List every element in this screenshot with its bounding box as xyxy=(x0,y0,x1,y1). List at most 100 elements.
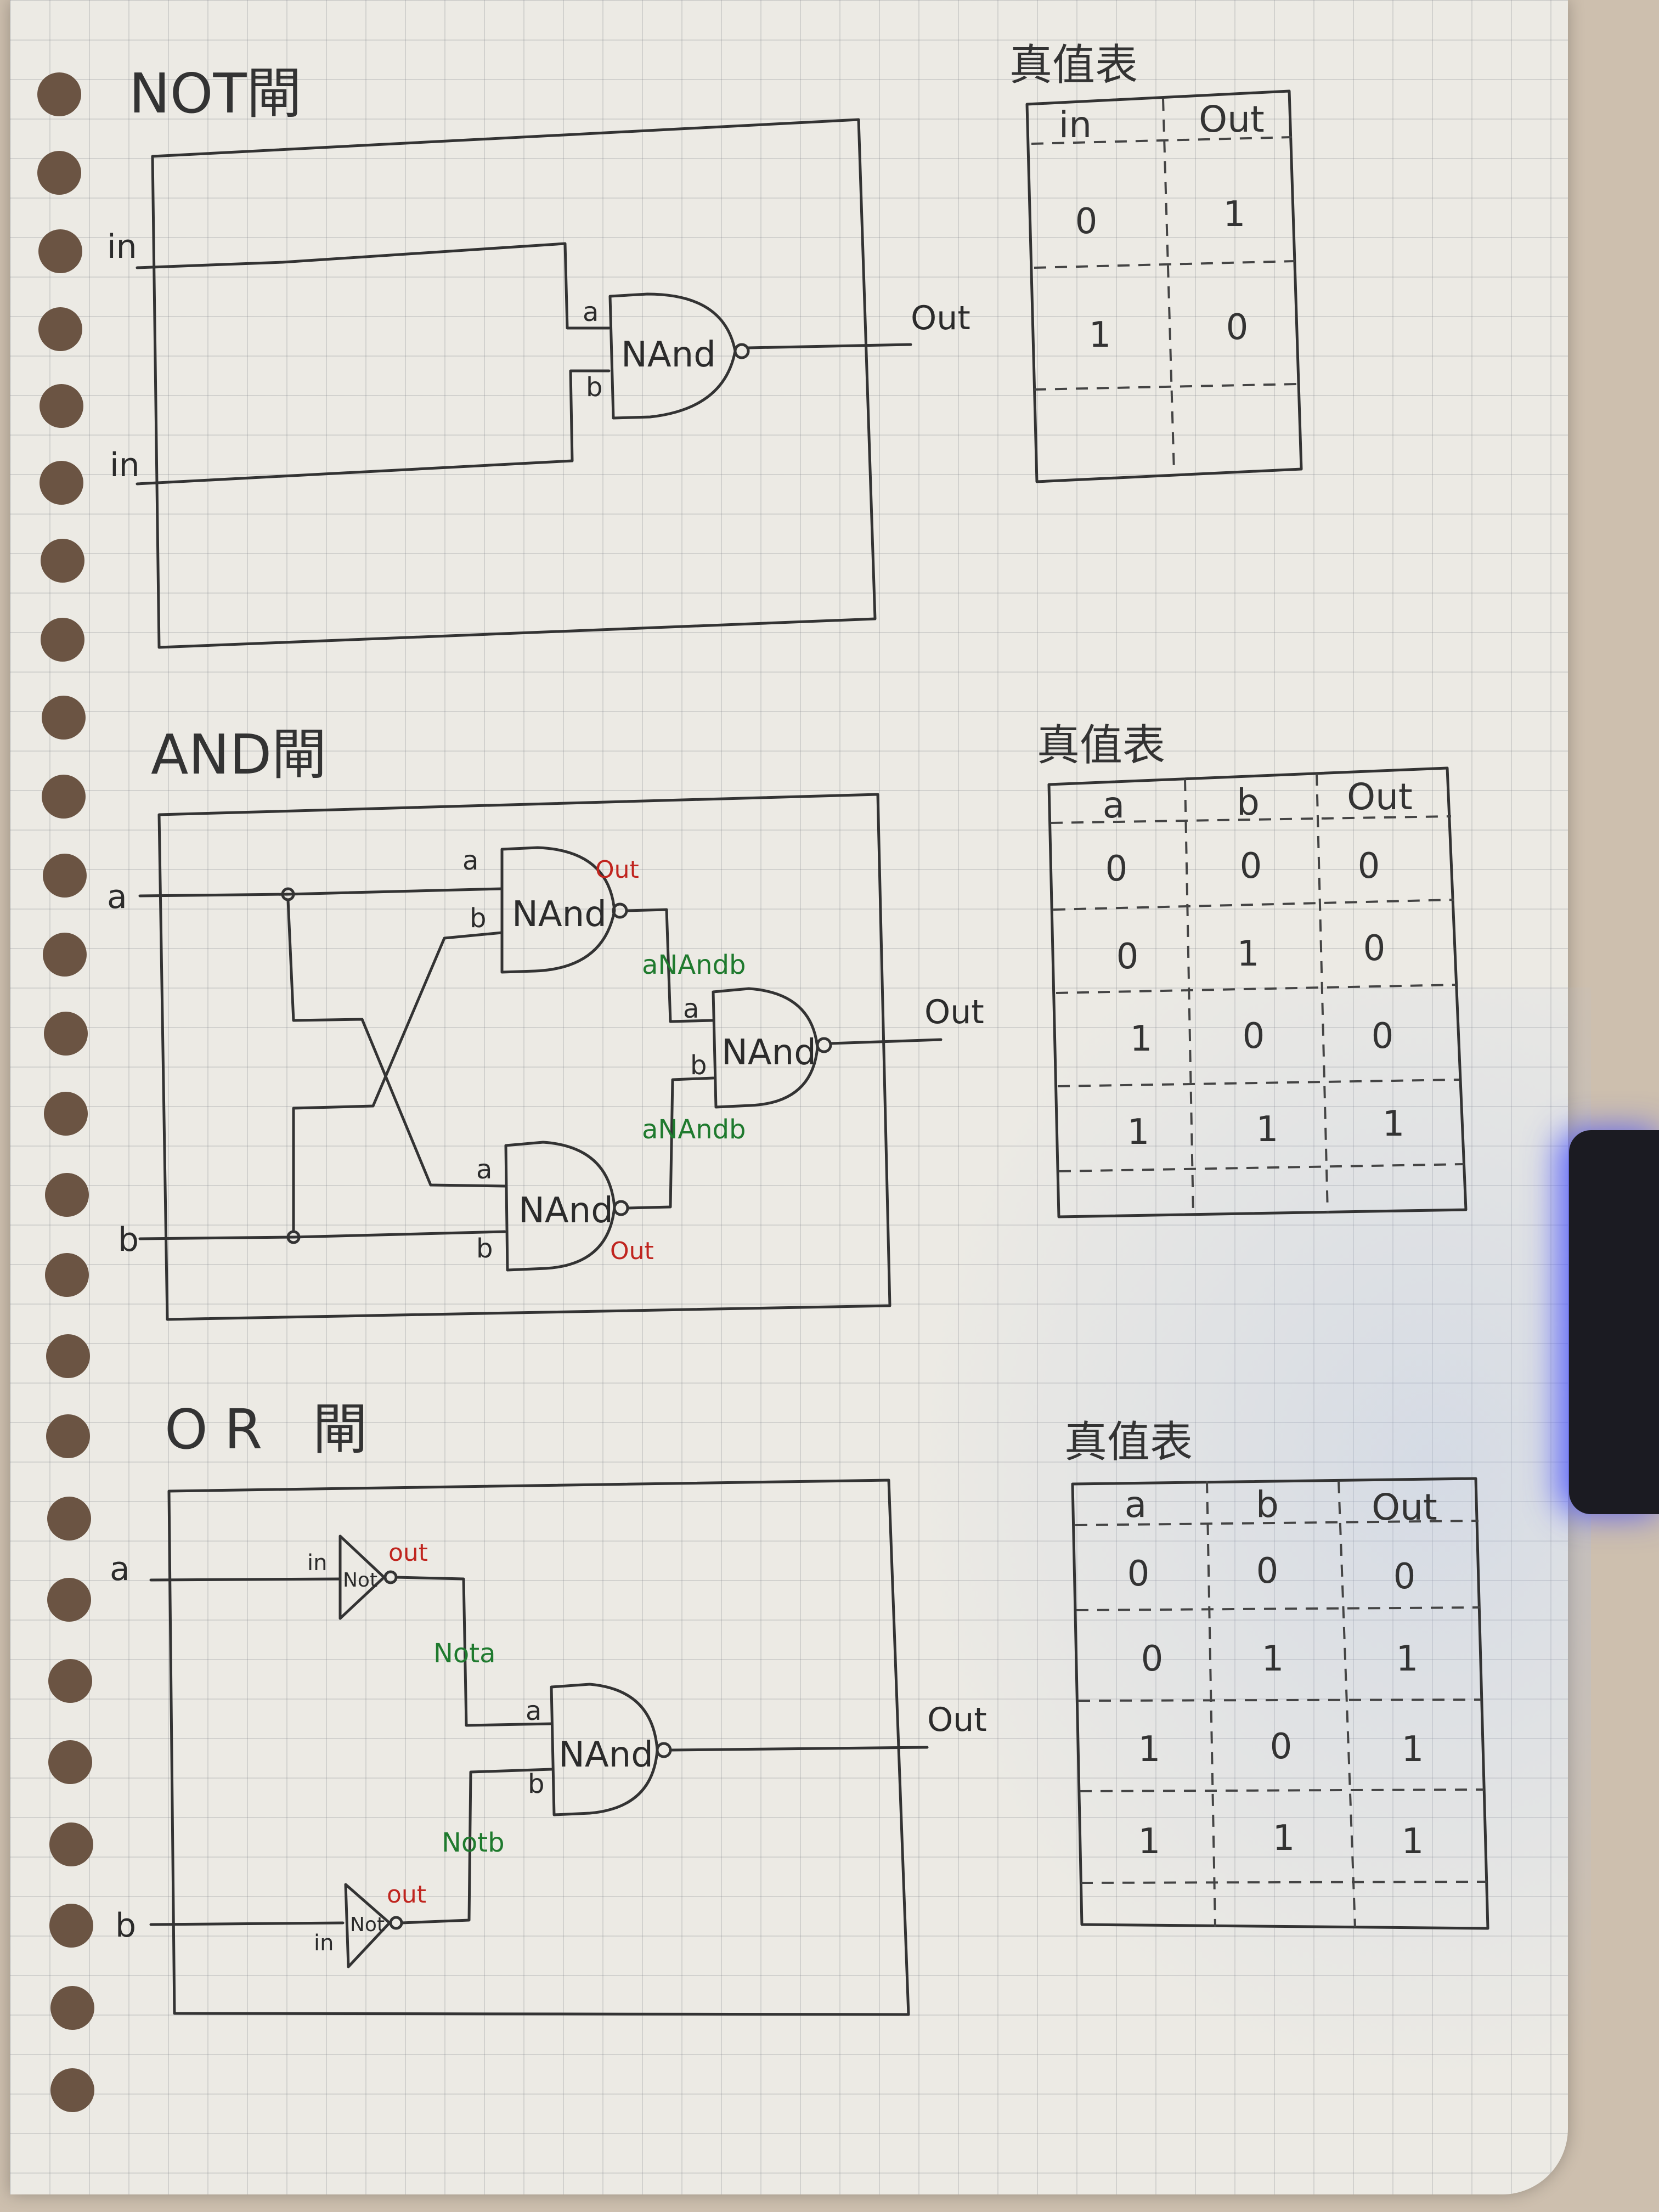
and-output-label: Out xyxy=(924,993,984,1031)
and-table-cell: 1 xyxy=(1383,1104,1405,1144)
binder-hole-icon xyxy=(43,854,87,898)
or-table-cell: 1 xyxy=(1396,1639,1419,1679)
not-table-header: in xyxy=(1059,104,1092,146)
not-circuit-frame xyxy=(151,118,877,649)
not-table-divider xyxy=(1162,98,1175,472)
or-table-cell: 1 xyxy=(1402,1729,1424,1770)
not-gate-label: NAnd xyxy=(621,335,716,375)
or-table-divider xyxy=(1206,1481,1216,1927)
binder-hole-icon xyxy=(41,618,84,662)
binder-hole-icon xyxy=(38,229,82,273)
or-not-1-label: Not xyxy=(343,1569,377,1592)
and-nand-2-out: Out xyxy=(610,1237,654,1265)
not-gate-section: NOT閘 in in a b NAnd Out 真值表 in Out 0 1 1… xyxy=(107,41,1303,649)
and-wire-a xyxy=(138,887,504,898)
and-input-a: a xyxy=(107,878,127,916)
or-table-divider xyxy=(1338,1481,1356,1927)
and-input-b: b xyxy=(118,1221,139,1259)
binder-hole-icon xyxy=(37,72,81,116)
binder-hole-icon xyxy=(41,539,84,583)
or-truth-table-frame xyxy=(1071,1477,1489,1930)
or-table-header: a xyxy=(1125,1483,1147,1526)
or-gate-section: OR 閘 a b Not in out Nota Not in out Notb… xyxy=(110,1397,1489,2016)
not-table-rule xyxy=(1034,260,1295,269)
or-table-cell: 1 xyxy=(1402,1821,1424,1862)
or-not-1-bubble xyxy=(383,1570,398,1584)
binder-hole-icon xyxy=(43,933,87,977)
binder-hole-icon xyxy=(49,1904,93,1948)
binder-hole-icon xyxy=(46,1414,90,1458)
binder-hole-icon xyxy=(50,2068,94,2112)
or-output-label: Out xyxy=(927,1701,987,1739)
and-truth-table-title: 真值表 xyxy=(1037,721,1165,770)
binder-hole-icon xyxy=(40,461,83,505)
and-wire-b xyxy=(138,1230,506,1240)
and-table-header: b xyxy=(1237,781,1260,823)
and-table-rule xyxy=(1057,1079,1460,1087)
and-table-cell: 0 xyxy=(1105,849,1128,889)
not-output-label: Out xyxy=(911,299,970,337)
and-wire-label-1: aNAndb xyxy=(642,950,746,980)
and-table-cell: 0 xyxy=(1240,846,1262,887)
and-nand-1-pin-a: a xyxy=(462,845,478,876)
or-table-cell: 0 xyxy=(1127,1554,1150,1594)
not-wire-in-top xyxy=(136,242,611,330)
or-not-2-bubble xyxy=(389,1916,403,1930)
and-nand-2-bubble xyxy=(613,1200,629,1216)
or-not-2-out: out xyxy=(387,1881,426,1909)
not-gate-title: NOT閘 xyxy=(129,61,302,126)
or-wire-b xyxy=(149,1921,345,1926)
not-table-cell: 1 xyxy=(1089,315,1111,356)
binder-hole-icon xyxy=(49,1822,93,1866)
or-wire-a xyxy=(149,1577,342,1582)
and-table-divider xyxy=(1184,778,1194,1216)
or-not-1-out: out xyxy=(388,1539,428,1567)
or-wire-out xyxy=(669,1746,929,1752)
and-nand-3-pin-b: b xyxy=(690,1050,707,1081)
binder-hole-icon xyxy=(42,696,86,740)
or-table-cell: 1 xyxy=(1262,1639,1284,1679)
or-circuit-frame xyxy=(167,1479,910,2016)
and-nand-3-bubble xyxy=(816,1037,832,1053)
and-table-rule xyxy=(1058,1163,1464,1172)
and-nand-1-out: Out xyxy=(595,856,639,884)
binder-hole-icon xyxy=(47,1497,91,1541)
or-nand-label: NAnd xyxy=(558,1735,653,1775)
or-input-b: b xyxy=(115,1906,136,1945)
not-nand-bubble xyxy=(733,343,750,359)
or-table-cell: 0 xyxy=(1393,1556,1416,1597)
binder-hole-icon xyxy=(48,1659,92,1703)
or-nand-bubble xyxy=(656,1742,672,1758)
or-truth-table-title: 真值表 xyxy=(1064,1418,1193,1467)
or-table-cell: 0 xyxy=(1256,1551,1279,1592)
binder-hole-icon xyxy=(44,1092,88,1136)
and-nand-1-label: NAnd xyxy=(512,894,607,935)
or-table-header: b xyxy=(1256,1483,1279,1526)
and-table-divider xyxy=(1316,773,1329,1213)
and-table-header: Out xyxy=(1347,776,1413,818)
binder-hole-icon xyxy=(46,1334,90,1378)
or-table-rule xyxy=(1076,1606,1481,1611)
binder-hole-icon xyxy=(37,151,81,195)
not-table-cell: 1 xyxy=(1223,194,1246,235)
or-gate-title: OR 閘 xyxy=(165,1397,384,1462)
or-table-cell: 0 xyxy=(1141,1639,1164,1679)
binder-hole-icon xyxy=(45,1253,89,1297)
binder-hole-icon xyxy=(40,384,83,428)
not-table-cell: 0 xyxy=(1075,201,1098,242)
and-nand-2-label: NAnd xyxy=(518,1190,613,1231)
or-input-a: a xyxy=(110,1550,130,1588)
or-nand-pin-b: b xyxy=(528,1769,544,1799)
and-nand-1-pin-b: b xyxy=(470,903,486,934)
not-pin-b: b xyxy=(586,372,602,403)
binder-holes xyxy=(37,72,94,2112)
and-table-cell: 1 xyxy=(1237,934,1260,974)
or-table-cell: 1 xyxy=(1273,1818,1295,1859)
not-truth-table-title: 真值表 xyxy=(1009,41,1138,90)
and-gate-section: AND閘 a b a b NAnd Out a b NAnd Out a b N… xyxy=(107,721,1468,1321)
and-gate-title: AND閘 xyxy=(151,723,326,787)
not-table-cell: 0 xyxy=(1226,307,1249,348)
or-table-rule xyxy=(1079,1788,1485,1792)
binder-hole-icon xyxy=(45,1173,89,1217)
and-table-header: a xyxy=(1103,784,1125,826)
